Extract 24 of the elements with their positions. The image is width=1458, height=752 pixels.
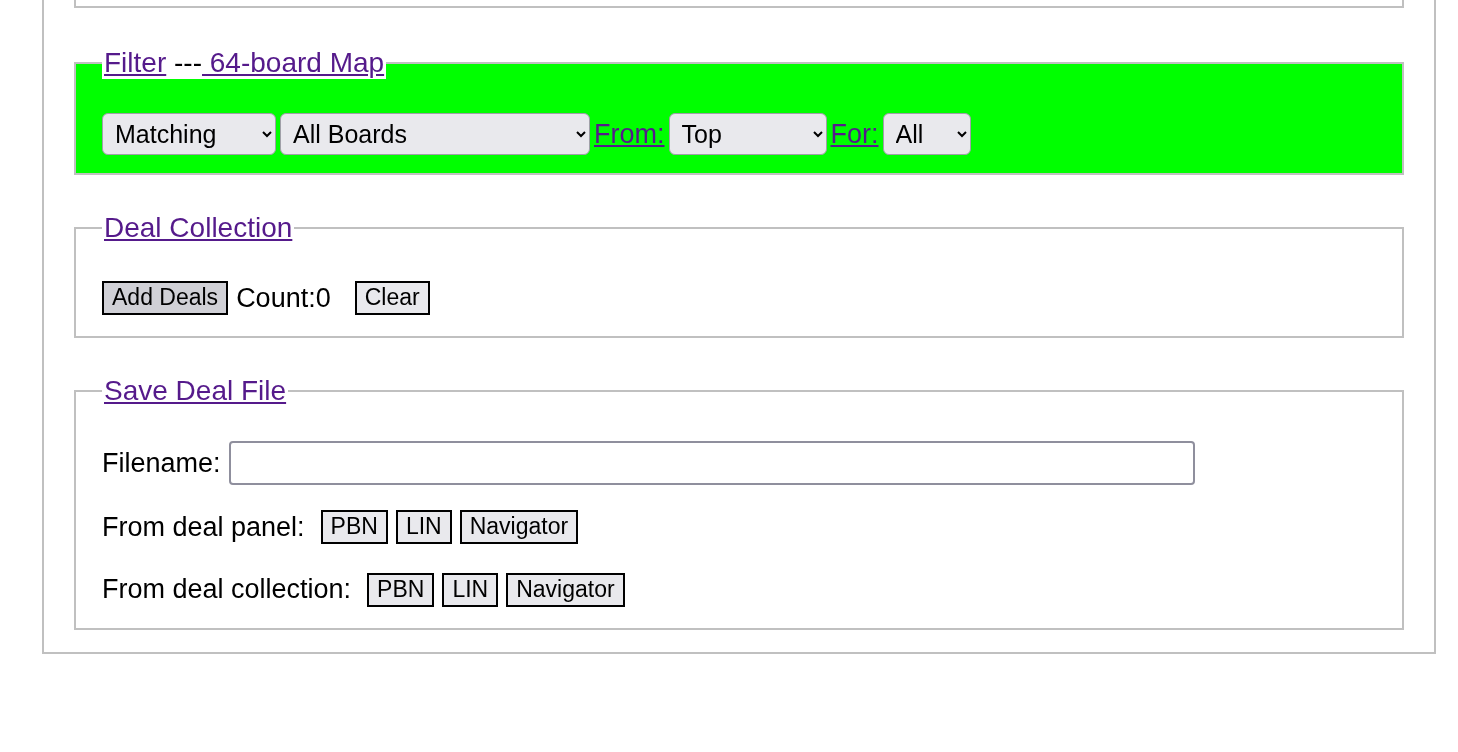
format-button[interactable]: LIN	[395, 510, 452, 545]
legend-link[interactable]: Save Deal File	[104, 375, 287, 407]
legend-link[interactable]: Deal Collection	[104, 211, 293, 243]
add-deals-button[interactable]: Add Deals	[102, 280, 229, 315]
dropdown[interactable]: Matching	[102, 112, 276, 155]
format-button[interactable]: PBN	[367, 572, 435, 607]
board-map-link[interactable]: 64-board Map	[202, 47, 385, 78]
count-text: Count:0	[236, 281, 331, 315]
format-button[interactable]: PBN	[320, 510, 388, 545]
row-label: From deal collection:	[102, 573, 352, 607]
filter-link[interactable]: Filter	[104, 47, 167, 78]
filename-label: Filename:	[102, 446, 221, 480]
filename-field[interactable]	[228, 440, 1195, 485]
format-button[interactable]: Navigator	[459, 510, 579, 545]
separator-text: ---	[173, 47, 202, 78]
clear-button[interactable]: Clear	[354, 280, 430, 315]
dropdown[interactable]: All	[882, 112, 971, 155]
label-link[interactable]: From:	[594, 113, 665, 155]
row-label: From deal panel:	[102, 510, 305, 544]
label-link[interactable]: For:	[830, 113, 879, 155]
dropdown[interactable]: Top	[668, 112, 827, 155]
format-button[interactable]: LIN	[442, 572, 499, 607]
format-button[interactable]: Navigator	[506, 572, 625, 607]
dropdown[interactable]: All Boards	[280, 112, 590, 155]
